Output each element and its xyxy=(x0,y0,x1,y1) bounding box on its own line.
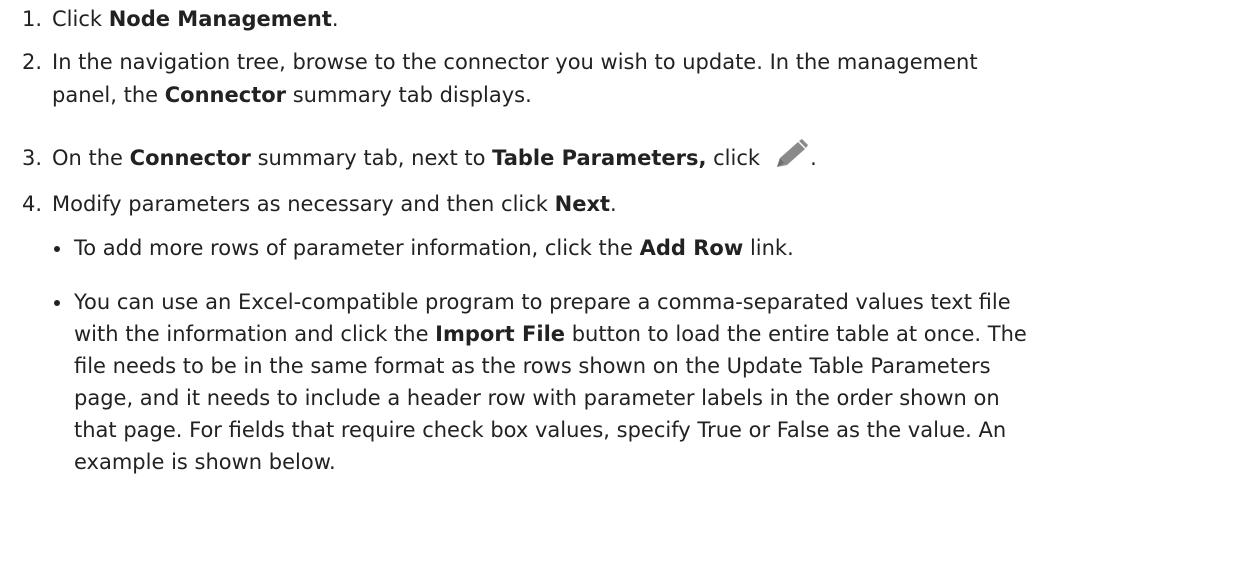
bullet-text: page, and it needs to include a header r… xyxy=(74,386,1000,410)
step-text: . xyxy=(810,146,817,170)
bullet-continuation: with the information and click the Impor… xyxy=(74,318,1027,350)
step-text: Modify parameters as necessary and then … xyxy=(52,192,555,216)
bullet-text: with the information and click the xyxy=(74,322,436,346)
step-number: 4. xyxy=(22,192,43,216)
step-bold-next: Next xyxy=(554,192,611,216)
step-text: . xyxy=(331,7,339,31)
step-bold-table-parameters: Table Parameters, xyxy=(492,146,707,170)
bullet-item-import-file: You can use an Excel-compatible program … xyxy=(52,286,1011,318)
step-number: 1. xyxy=(22,7,43,31)
step-number: 2. xyxy=(22,50,43,74)
bullet-text: file needs to be in the same format as t… xyxy=(74,354,991,378)
bullet-continuation: page, and it needs to include a header r… xyxy=(74,382,1000,414)
step-1: 1. Click Node Management. xyxy=(22,4,339,35)
pencil-edit-icon xyxy=(774,139,810,169)
bullet-continuation: file needs to be in the same format as t… xyxy=(74,350,991,382)
step-2-continuation: panel, the Connector summary tab display… xyxy=(52,79,532,111)
step-text: Click xyxy=(52,7,109,31)
bullet-icon xyxy=(52,232,74,264)
step-text: summary tab displays. xyxy=(286,83,532,107)
bullet-text: example is shown below. xyxy=(74,450,336,474)
bullet-item-add-row: To add more rows of parameter informatio… xyxy=(52,232,794,264)
step-2: 2. In the navigation tree, browse to the … xyxy=(22,47,978,78)
step-3: 3. On the Connector summary tab, next to … xyxy=(22,139,817,174)
step-bold-connector: Connector xyxy=(129,146,251,170)
bullet-bold-import-file: Import File xyxy=(435,322,566,346)
step-text: panel, the xyxy=(52,83,165,107)
step-number: 3. xyxy=(22,146,43,170)
bullet-continuation: example is shown below. xyxy=(74,446,336,478)
step-4: 4. Modify parameters as necessary and the… xyxy=(22,189,617,220)
bullet-text: link. xyxy=(743,236,794,260)
bullet-continuation: that page. For fields that require check… xyxy=(74,414,1006,446)
step-text: On the xyxy=(52,146,130,170)
bullet-text: To add more rows of parameter informatio… xyxy=(74,236,640,260)
bullet-text: that page. For fields that require check… xyxy=(74,418,1007,442)
step-text: . xyxy=(610,192,617,216)
step-text: click xyxy=(706,146,761,170)
step-text: summary tab, next to xyxy=(250,146,493,170)
bullet-text: button to load the entire table at once.… xyxy=(565,322,1027,346)
step-bold-node-management: Node Management xyxy=(108,7,332,31)
step-bold-connector: Connector xyxy=(164,83,287,107)
step-text: In the navigation tree, browse to the co… xyxy=(52,50,978,74)
bullet-text: You can use an Excel-compatible program … xyxy=(74,290,1011,314)
bullet-icon xyxy=(52,286,74,318)
bullet-bold-add-row: Add Row xyxy=(639,236,744,260)
